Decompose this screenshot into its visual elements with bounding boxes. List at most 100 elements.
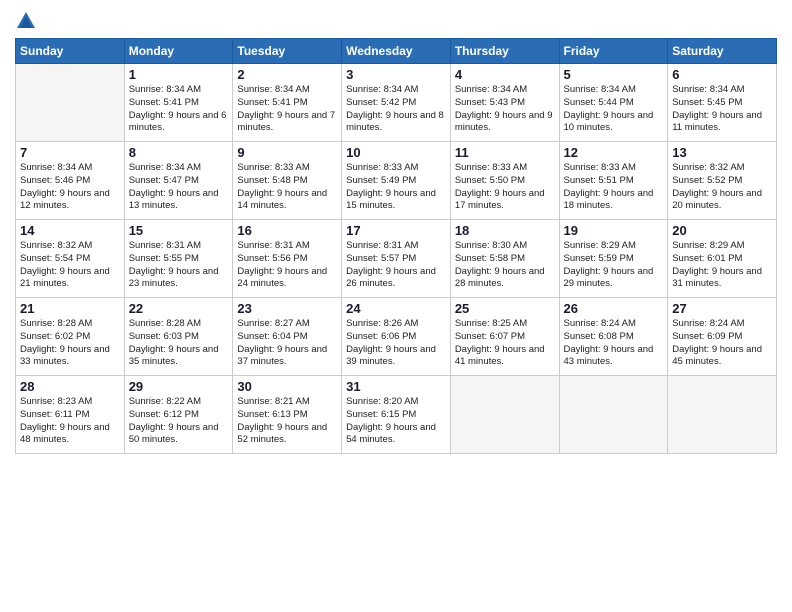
header-row [15,10,777,32]
cell-info: Sunrise: 8:31 AMSunset: 5:57 PMDaylight:… [346,240,446,291]
cell-info: Sunrise: 8:27 AMSunset: 6:04 PMDaylight:… [237,318,337,369]
day-number: 1 [129,67,229,82]
day-number: 14 [20,223,120,238]
cell-info: Sunrise: 8:20 AMSunset: 6:15 PMDaylight:… [346,396,446,447]
calendar-cell: 23 Sunrise: 8:27 AMSunset: 6:04 PMDayligh… [233,298,342,376]
day-number: 24 [346,301,446,316]
week-row-5: 28 Sunrise: 8:23 AMSunset: 6:11 PMDayligh… [16,376,777,454]
cell-info: Sunrise: 8:34 AMSunset: 5:42 PMDaylight:… [346,84,446,135]
week-row-4: 21Sunrise: 8:28 AMSunset: 6:02 PMDayligh… [16,298,777,376]
day-header-wednesday: Wednesday [342,39,451,64]
calendar-cell: 21Sunrise: 8:28 AMSunset: 6:02 PMDayligh… [16,298,125,376]
cell-info: Sunrise: 8:34 AMSunset: 5:41 PMDaylight:… [237,84,337,135]
calendar-cell: 9 Sunrise: 8:33 AMSunset: 5:48 PMDaylight… [233,142,342,220]
calendar-cell: 20 Sunrise: 8:29 AMSunset: 6:01 PMDayligh… [668,220,777,298]
calendar-cell: 16 Sunrise: 8:31 AMSunset: 5:56 PMDayligh… [233,220,342,298]
day-number: 23 [237,301,337,316]
calendar-cell: 10 Sunrise: 8:33 AMSunset: 5:49 PMDayligh… [342,142,451,220]
cell-info: Sunrise: 8:31 AMSunset: 5:56 PMDaylight:… [237,240,337,291]
cell-info: Sunrise: 8:33 AMSunset: 5:48 PMDaylight:… [237,162,337,213]
cell-info: Sunrise: 8:22 AMSunset: 6:12 PMDaylight:… [129,396,229,447]
calendar-cell: 12 Sunrise: 8:33 AMSunset: 5:51 PMDayligh… [559,142,668,220]
cell-info: Sunrise: 8:29 AMSunset: 6:01 PMDaylight:… [672,240,772,291]
calendar-cell: 7 Sunrise: 8:34 AMSunset: 5:46 PMDaylight… [16,142,125,220]
cell-info: Sunrise: 8:32 AMSunset: 5:54 PMDaylight:… [20,240,120,291]
logo-icon [15,10,37,32]
calendar-cell: 18 Sunrise: 8:30 AMSunset: 5:58 PMDayligh… [450,220,559,298]
day-number: 10 [346,145,446,160]
cell-info: Sunrise: 8:34 AMSunset: 5:45 PMDaylight:… [672,84,772,135]
cell-info: Sunrise: 8:23 AMSunset: 6:11 PMDaylight:… [20,396,120,447]
day-number: 25 [455,301,555,316]
day-number: 5 [564,67,664,82]
cell-info: Sunrise: 8:33 AMSunset: 5:51 PMDaylight:… [564,162,664,213]
calendar-cell: 31 Sunrise: 8:20 AMSunset: 6:15 PMDayligh… [342,376,451,454]
day-number: 7 [20,145,120,160]
cell-info: Sunrise: 8:34 AMSunset: 5:46 PMDaylight:… [20,162,120,213]
day-number: 3 [346,67,446,82]
calendar-cell: 30Sunrise: 8:21 AMSunset: 6:13 PMDayligh… [233,376,342,454]
day-header-monday: Monday [124,39,233,64]
day-number: 16 [237,223,337,238]
day-header-saturday: Saturday [668,39,777,64]
calendar-cell: 13 Sunrise: 8:32 AMSunset: 5:52 PMDayligh… [668,142,777,220]
day-number: 27 [672,301,772,316]
day-header-thursday: Thursday [450,39,559,64]
calendar-cell: 14 Sunrise: 8:32 AMSunset: 5:54 PMDayligh… [16,220,125,298]
day-number: 12 [564,145,664,160]
week-row-2: 7 Sunrise: 8:34 AMSunset: 5:46 PMDaylight… [16,142,777,220]
day-number: 2 [237,67,337,82]
cell-info: Sunrise: 8:32 AMSunset: 5:52 PMDaylight:… [672,162,772,213]
calendar-cell: 11Sunrise: 8:33 AMSunset: 5:50 PMDayligh… [450,142,559,220]
day-header-friday: Friday [559,39,668,64]
calendar-cell: 29 Sunrise: 8:22 AMSunset: 6:12 PMDayligh… [124,376,233,454]
calendar-cell: 26 Sunrise: 8:24 AMSunset: 6:08 PMDayligh… [559,298,668,376]
cell-info: Sunrise: 8:34 AMSunset: 5:47 PMDaylight:… [129,162,229,213]
calendar-cell: 1 Sunrise: 8:34 AMSunset: 5:41 PMDaylight… [124,64,233,142]
day-number: 15 [129,223,229,238]
week-row-1: 1 Sunrise: 8:34 AMSunset: 5:41 PMDaylight… [16,64,777,142]
day-number: 18 [455,223,555,238]
calendar-cell [450,376,559,454]
cell-info: Sunrise: 8:26 AMSunset: 6:06 PMDaylight:… [346,318,446,369]
calendar-cell: 24 Sunrise: 8:26 AMSunset: 6:06 PMDayligh… [342,298,451,376]
calendar-cell [16,64,125,142]
calendar-cell: 3 Sunrise: 8:34 AMSunset: 5:42 PMDaylight… [342,64,451,142]
day-number: 21 [20,301,120,316]
day-number: 4 [455,67,555,82]
cell-info: Sunrise: 8:34 AMSunset: 5:41 PMDaylight:… [129,84,229,135]
cell-info: Sunrise: 8:29 AMSunset: 5:59 PMDaylight:… [564,240,664,291]
calendar-cell: 17 Sunrise: 8:31 AMSunset: 5:57 PMDayligh… [342,220,451,298]
calendar-table: SundayMondayTuesdayWednesdayThursdayFrid… [15,38,777,454]
calendar-cell: 25 Sunrise: 8:25 AMSunset: 6:07 PMDayligh… [450,298,559,376]
cell-info: Sunrise: 8:31 AMSunset: 5:55 PMDaylight:… [129,240,229,291]
page: SundayMondayTuesdayWednesdayThursdayFrid… [0,0,792,612]
day-number: 13 [672,145,772,160]
cell-info: Sunrise: 8:25 AMSunset: 6:07 PMDaylight:… [455,318,555,369]
cell-info: Sunrise: 8:24 AMSunset: 6:08 PMDaylight:… [564,318,664,369]
day-number: 9 [237,145,337,160]
cell-info: Sunrise: 8:34 AMSunset: 5:44 PMDaylight:… [564,84,664,135]
calendar-cell: 22Sunrise: 8:28 AMSunset: 6:03 PMDayligh… [124,298,233,376]
day-number: 29 [129,379,229,394]
cell-info: Sunrise: 8:30 AMSunset: 5:58 PMDaylight:… [455,240,555,291]
day-number: 8 [129,145,229,160]
cell-info: Sunrise: 8:33 AMSunset: 5:50 PMDaylight:… [455,162,555,213]
calendar-cell: 5 Sunrise: 8:34 AMSunset: 5:44 PMDaylight… [559,64,668,142]
calendar-cell [668,376,777,454]
day-number: 17 [346,223,446,238]
day-number: 22 [129,301,229,316]
header-row-days: SundayMondayTuesdayWednesdayThursdayFrid… [16,39,777,64]
day-number: 26 [564,301,664,316]
cell-info: Sunrise: 8:34 AMSunset: 5:43 PMDaylight:… [455,84,555,135]
calendar-cell: 6Sunrise: 8:34 AMSunset: 5:45 PMDaylight… [668,64,777,142]
cell-info: Sunrise: 8:33 AMSunset: 5:49 PMDaylight:… [346,162,446,213]
calendar-cell: 8 Sunrise: 8:34 AMSunset: 5:47 PMDaylight… [124,142,233,220]
cell-info: Sunrise: 8:21 AMSunset: 6:13 PMDaylight:… [237,396,337,447]
day-number: 28 [20,379,120,394]
calendar-cell: 27 Sunrise: 8:24 AMSunset: 6:09 PMDayligh… [668,298,777,376]
day-number: 20 [672,223,772,238]
day-number: 31 [346,379,446,394]
cell-info: Sunrise: 8:24 AMSunset: 6:09 PMDaylight:… [672,318,772,369]
day-header-sunday: Sunday [16,39,125,64]
